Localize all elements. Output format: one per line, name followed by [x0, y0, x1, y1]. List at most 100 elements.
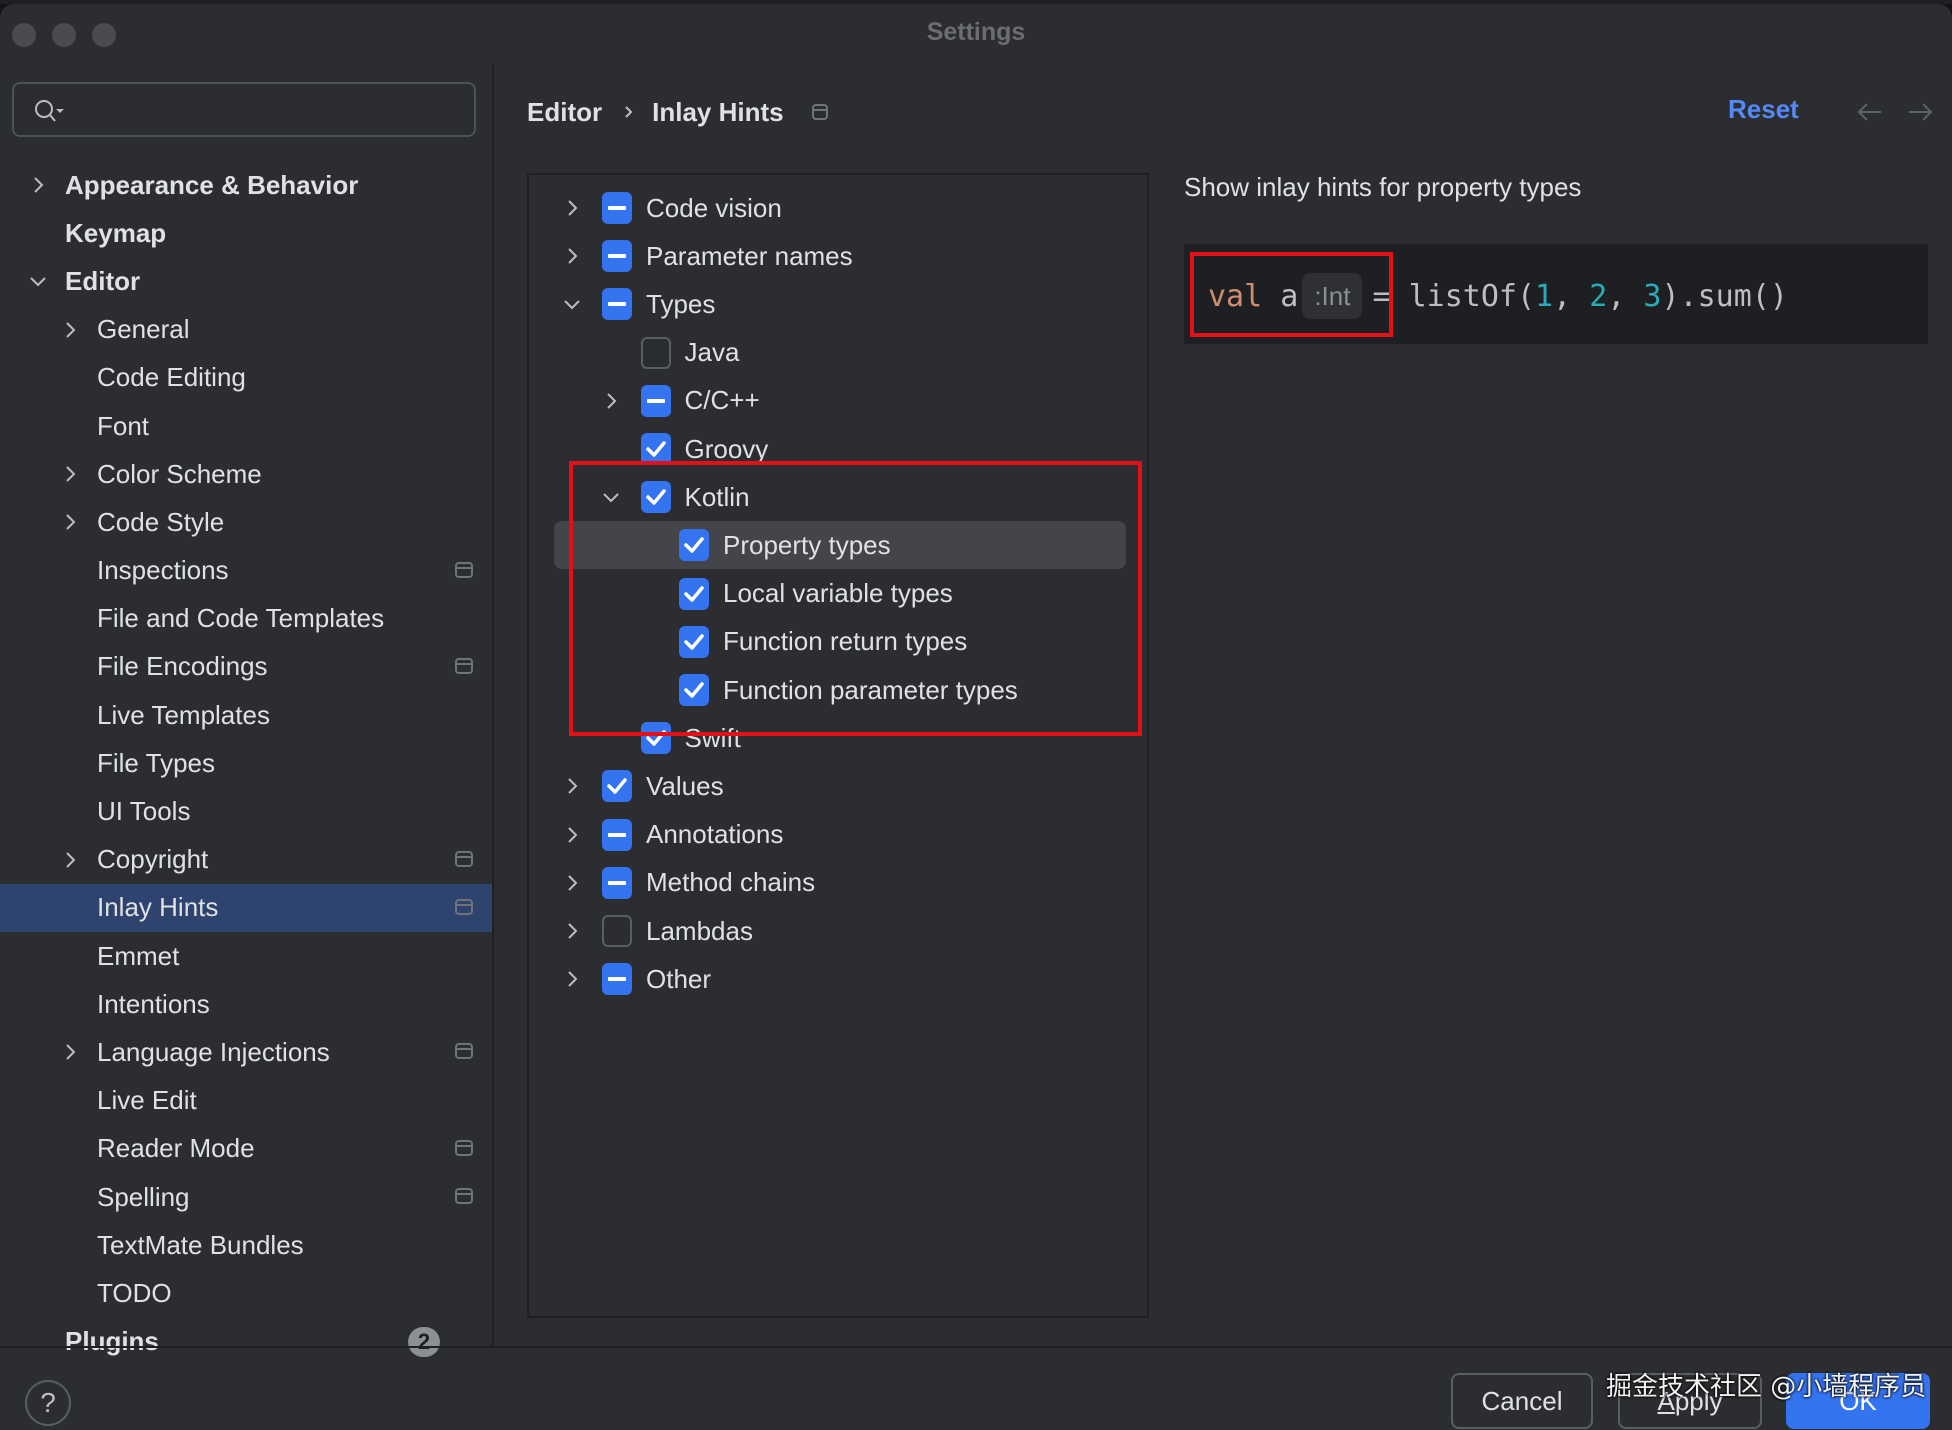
tree-item-annotations[interactable]: Annotations	[529, 811, 1147, 859]
sidebar-item-intentions[interactable]: Intentions	[0, 980, 492, 1028]
apply-button[interactable]: Apply	[1618, 1373, 1762, 1429]
sidebar-item-file-encodings[interactable]: File Encodings	[0, 643, 492, 691]
sidebar-item-ui-tools[interactable]: UI Tools	[0, 787, 492, 835]
chevron-right-icon[interactable]	[562, 246, 582, 266]
checkbox-indeterminate[interactable]	[602, 288, 632, 321]
reset-button[interactable]: Reset	[1728, 94, 1799, 125]
chevron-right-icon[interactable]	[60, 1042, 80, 1062]
footer-divider	[0, 1346, 1952, 1348]
sidebar-item-textmate-bundles[interactable]: TextMate Bundles	[0, 1221, 492, 1269]
tree-item-property-types[interactable]: Property types	[554, 521, 1126, 570]
checkbox-indeterminate[interactable]	[602, 240, 632, 273]
sidebar-item-file-types[interactable]: File Types	[0, 739, 492, 787]
sidebar-item-live-templates[interactable]: Live Templates	[0, 691, 492, 739]
chevron-right-icon[interactable]	[601, 391, 621, 411]
tree-item-lambdas[interactable]: Lambdas	[529, 907, 1147, 955]
sidebar: Appearance & Behavior Keymap Editor General…	[0, 60, 492, 1357]
sidebar-item-language-injections[interactable]: Language Injections	[0, 1028, 492, 1076]
settings-window: Settings Appearance & Behavior Keymap Edit…	[0, 4, 1952, 1430]
sidebar-item-label: Spelling	[97, 1181, 190, 1212]
checkbox-unchecked[interactable]	[640, 336, 671, 369]
sidebar-item-todo[interactable]: TODO	[0, 1269, 492, 1317]
chevron-right-icon[interactable]	[562, 825, 582, 845]
tree-item-kotlin[interactable]: Kotlin	[529, 473, 1147, 521]
sidebar-item-color-scheme[interactable]: Color Scheme	[0, 450, 492, 498]
sidebar-item-live-edit[interactable]: Live Edit	[0, 1077, 492, 1125]
chevron-right-icon[interactable]	[562, 969, 582, 989]
sidebar-item-label: Keymap	[65, 217, 167, 248]
chevron-down-icon[interactable]	[28, 271, 48, 291]
checkbox-indeterminate[interactable]	[602, 866, 632, 899]
project-level-icon	[811, 104, 828, 120]
sidebar-item-editor[interactable]: Editor	[0, 257, 492, 305]
sidebar-item-emmet[interactable]: Emmet	[0, 932, 492, 980]
chevron-down-icon[interactable]	[601, 487, 621, 507]
checkbox-checked[interactable]	[640, 433, 671, 465]
sidebar-item-label: Code Editing	[97, 362, 246, 393]
tree-item-function-parameter-types[interactable]: Function parameter types	[529, 666, 1147, 714]
tree-item-label: Java	[684, 337, 740, 368]
checkbox-indeterminate[interactable]	[602, 963, 632, 996]
sidebar-item-plugins[interactable]: Plugins 2	[0, 1318, 492, 1366]
checkbox-checked[interactable]	[679, 674, 709, 706]
minus-icon	[608, 880, 626, 885]
chevron-right-icon[interactable]	[562, 873, 582, 893]
tree-item-c-c[interactable]: C/C++	[529, 377, 1147, 425]
sidebar-item-inlay-hints[interactable]: Inlay Hints	[0, 883, 492, 932]
tree-item-local-variable-types[interactable]: Local variable types	[529, 570, 1147, 618]
tree-item-types[interactable]: Types	[529, 280, 1147, 328]
tree-item-groovy[interactable]: Groovy	[529, 425, 1147, 473]
checkbox-checked[interactable]	[679, 529, 709, 562]
code-preview: val a:Int = listOf(1, 2, 3).sum()	[1184, 244, 1928, 344]
tree-item-label: Groovy	[684, 433, 769, 464]
checkbox-checked[interactable]	[679, 625, 709, 658]
chevron-right-icon[interactable]	[562, 198, 582, 218]
sidebar-item-appearance-behavior[interactable]: Appearance & Behavior	[0, 161, 492, 209]
chevron-right-icon[interactable]	[60, 320, 80, 340]
chevron-right-icon[interactable]	[60, 464, 80, 484]
tree-item-swift[interactable]: Swift	[529, 714, 1147, 762]
tree-item-label: Method chains	[646, 867, 816, 898]
chevron-right-icon[interactable]	[562, 776, 582, 796]
sidebar-item-reader-mode[interactable]: Reader Mode	[0, 1125, 492, 1173]
checkbox-checked[interactable]	[602, 770, 632, 803]
sidebar-item-file-and-code-templates[interactable]: File and Code Templates	[0, 595, 492, 643]
arrow-right-icon[interactable]	[1906, 102, 1934, 122]
help-button[interactable]: ?	[25, 1380, 71, 1426]
chevron-right-icon[interactable]	[562, 921, 582, 941]
sidebar-item-spelling[interactable]: Spelling	[0, 1173, 492, 1221]
sidebar-item-inspections[interactable]: Inspections	[0, 547, 492, 595]
sidebar-item-code-editing[interactable]: Code Editing	[0, 354, 492, 402]
sidebar-item-general[interactable]: General	[0, 306, 492, 354]
checkbox-checked[interactable]	[679, 577, 709, 610]
sidebar-item-label: File and Code Templates	[97, 603, 385, 634]
tree-item-code-vision[interactable]: Code vision	[529, 184, 1147, 232]
tree-item-values[interactable]: Values	[529, 762, 1147, 810]
tree-item-function-return-types[interactable]: Function return types	[529, 618, 1147, 666]
chevron-right-icon[interactable]	[60, 850, 80, 870]
tree-item-parameter-names[interactable]: Parameter names	[529, 232, 1147, 280]
arrow-left-icon[interactable]	[1856, 102, 1884, 122]
tree-item-other[interactable]: Other	[529, 955, 1147, 1003]
checkbox-unchecked[interactable]	[602, 915, 632, 947]
checkbox-checked[interactable]	[640, 722, 671, 755]
sidebar-divider[interactable]	[492, 64, 494, 1346]
chevron-right-icon[interactable]	[28, 175, 48, 195]
tree-item-method-chains[interactable]: Method chains	[529, 859, 1147, 907]
checkbox-indeterminate[interactable]	[602, 818, 632, 851]
tree-item-java[interactable]: Java	[529, 329, 1147, 377]
cancel-button[interactable]: Cancel	[1451, 1373, 1593, 1429]
project-level-icon	[455, 561, 473, 578]
checkbox-indeterminate[interactable]	[602, 192, 632, 224]
ok-button[interactable]: OK	[1786, 1373, 1930, 1429]
search-input[interactable]	[12, 82, 476, 137]
sidebar-item-copyright[interactable]: Copyright	[0, 836, 492, 884]
sidebar-item-keymap[interactable]: Keymap	[0, 209, 492, 257]
chevron-right-icon[interactable]	[60, 512, 80, 532]
checkbox-indeterminate[interactable]	[640, 384, 671, 417]
chevron-down-icon[interactable]	[562, 294, 582, 314]
sidebar-item-font[interactable]: Font	[0, 402, 492, 450]
sidebar-item-code-style[interactable]: Code Style	[0, 498, 492, 546]
checkbox-checked[interactable]	[640, 481, 671, 514]
breadcrumb-parent[interactable]: Editor	[527, 97, 602, 128]
